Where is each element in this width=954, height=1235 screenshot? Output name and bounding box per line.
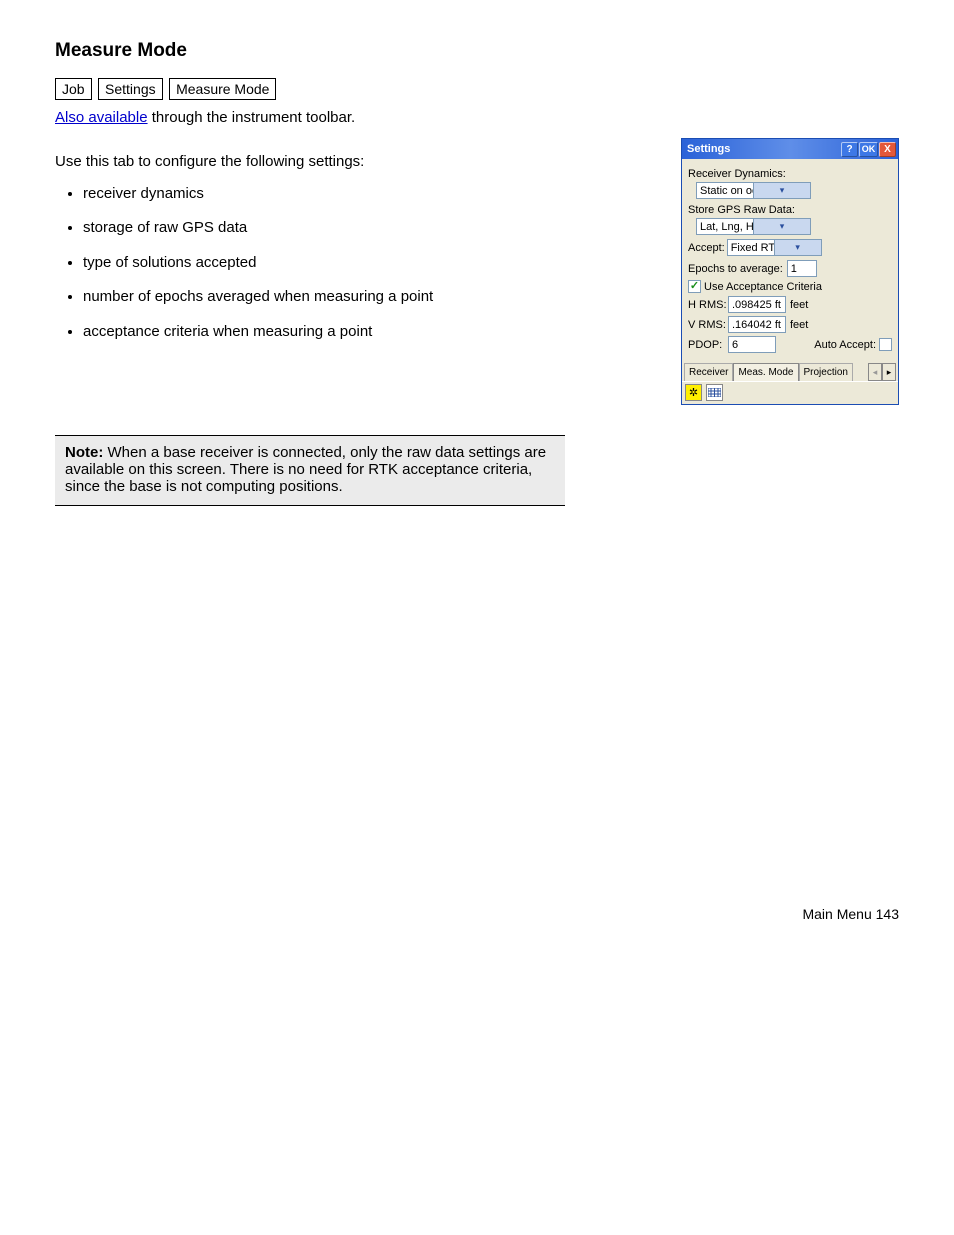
epochs-input[interactable]: 1 [787, 260, 817, 277]
epochs-label: Epochs to average: [688, 263, 783, 275]
vrms-input[interactable]: .164042 ft [728, 316, 786, 333]
crumb-job[interactable]: Job [55, 78, 92, 100]
accept-value: Fixed RTK only [728, 242, 774, 254]
chevron-down-icon[interactable]: ▾ [753, 219, 810, 234]
accept-select[interactable]: Fixed RTK only ▾ [727, 239, 822, 256]
dialog-title: Settings [687, 143, 840, 155]
tab-meas-mode[interactable]: Meas. Mode [733, 363, 798, 381]
list-item: storage of raw GPS data [83, 217, 661, 240]
pdop-label: PDOP: [688, 339, 728, 351]
epochs-value: 1 [791, 263, 797, 275]
help-button[interactable]: ? [841, 142, 858, 157]
note-label: Note: [65, 444, 103, 461]
hrms-label: H RMS: [688, 299, 728, 311]
close-button[interactable]: X [879, 142, 896, 157]
also-available-line: Also available through the instrument to… [55, 108, 899, 128]
settings-bullet-list: receiver dynamics storage of raw GPS dat… [55, 183, 661, 344]
also-available-tail: through the instrument toolbar. [148, 109, 356, 126]
use-acceptance-checkbox[interactable] [688, 280, 701, 293]
vrms-label: V RMS: [688, 319, 728, 331]
hrms-value: .098425 ft [732, 299, 781, 311]
store-gps-value: Lat, Lng, Ht (EP) [697, 221, 753, 233]
keyboard-icon[interactable] [706, 384, 723, 401]
list-item: acceptance criteria when measuring a poi… [83, 321, 661, 344]
auto-accept-label: Auto Accept: [814, 339, 876, 351]
list-item: type of solutions accepted [83, 252, 661, 275]
chevron-down-icon[interactable]: ▾ [753, 183, 810, 198]
receiver-dynamics-value: Static on occupy [697, 185, 753, 197]
note-block: Note: When a base receiver is connected,… [55, 435, 565, 506]
crumb-settings[interactable]: Settings [98, 78, 163, 100]
tab-receiver[interactable]: Receiver [684, 363, 733, 381]
settings-dialog: Settings ? OK X Receiver Dynamics: Stati… [681, 138, 899, 405]
list-item: number of epochs averaged when measuring… [83, 286, 661, 309]
tab-bar: Receiver Meas. Mode Projection ◂ ▸ [682, 363, 898, 381]
dialog-titlebar: Settings ? OK X [682, 139, 898, 159]
breadcrumb: Job Settings Measure Mode [55, 78, 899, 100]
auto-accept-checkbox[interactable] [879, 338, 892, 351]
note-text: When a base receiver is connected, only … [65, 444, 546, 495]
tab-scroll-right[interactable]: ▸ [882, 363, 896, 381]
receiver-dynamics-label: Receiver Dynamics: [688, 167, 892, 181]
vrms-value: .164042 ft [732, 319, 781, 331]
ok-button[interactable]: OK [859, 142, 878, 157]
hrms-input[interactable]: .098425 ft [728, 296, 786, 313]
accept-label: Accept: [688, 242, 725, 254]
intro-text: Use this tab to configure the following … [55, 152, 661, 172]
also-available-link[interactable]: Also available [55, 109, 148, 126]
section-title: Measure Mode [55, 40, 899, 62]
tab-scroll-left[interactable]: ◂ [868, 363, 882, 381]
chevron-down-icon[interactable]: ▾ [774, 240, 821, 255]
star-icon[interactable]: ✲ [685, 384, 702, 401]
pdop-input[interactable]: 6 [728, 336, 776, 353]
store-gps-label: Store GPS Raw Data: [688, 203, 892, 217]
page-footer: Main Menu 143 [55, 906, 899, 922]
crumb-measure-mode[interactable]: Measure Mode [169, 78, 276, 100]
hrms-unit: feet [790, 299, 808, 311]
vrms-unit: feet [790, 319, 808, 331]
tab-projection[interactable]: Projection [799, 363, 853, 381]
dialog-toolbar: ✲ [682, 381, 898, 404]
store-gps-select[interactable]: Lat, Lng, Ht (EP) ▾ [696, 218, 811, 235]
use-acceptance-label: Use Acceptance Criteria [704, 281, 822, 293]
list-item: receiver dynamics [83, 183, 661, 206]
pdop-value: 6 [732, 339, 738, 351]
receiver-dynamics-select[interactable]: Static on occupy ▾ [696, 182, 811, 199]
